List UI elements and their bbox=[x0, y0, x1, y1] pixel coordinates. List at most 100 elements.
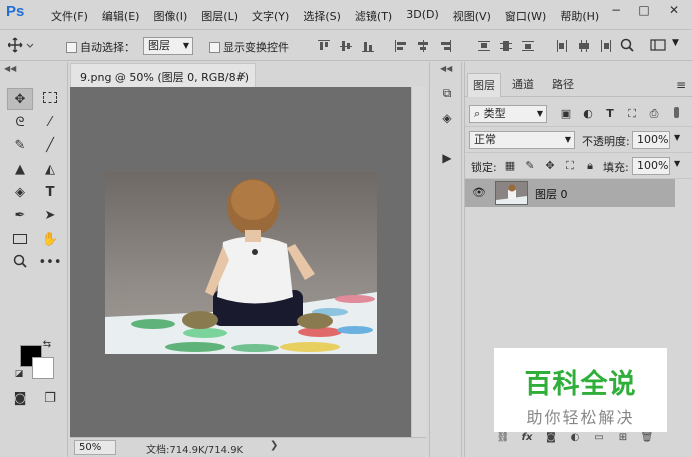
brush-icon[interactable]: ╱ bbox=[37, 135, 63, 157]
lasso-icon[interactable]: ᘓ bbox=[7, 112, 33, 134]
menu-select[interactable]: 选择(S) bbox=[296, 8, 348, 24]
canvas-scrollbar[interactable] bbox=[411, 87, 426, 437]
fill-input[interactable]: 100% bbox=[632, 157, 670, 175]
zoom-icon[interactable] bbox=[7, 252, 33, 274]
menu-view[interactable]: 视图(V) bbox=[446, 8, 498, 24]
workspace-icon[interactable] bbox=[650, 38, 666, 55]
distribute-vcenter-icon[interactable] bbox=[500, 40, 512, 52]
layer-filter-dropdown[interactable]: ⌕ 类型 ▼ bbox=[469, 105, 547, 123]
eraser-icon[interactable]: ◭ bbox=[37, 159, 63, 181]
minimize-button[interactable]: − bbox=[602, 0, 630, 20]
menu-help[interactable]: 帮助(H) bbox=[553, 8, 606, 24]
layer-row[interactable]: 👁︎ 图层 0 bbox=[465, 179, 675, 207]
tab-layers[interactable]: 图层 bbox=[467, 73, 501, 97]
filter-toggle[interactable] bbox=[671, 107, 681, 121]
lock-all-icon[interactable]: 🔒︎ bbox=[583, 159, 597, 173]
new-group-icon[interactable]: ▭ bbox=[591, 432, 607, 452]
distribute-hcenter-icon[interactable] bbox=[578, 40, 590, 52]
filter-adjustment-icon[interactable]: ◐ bbox=[581, 107, 595, 121]
filter-shape-icon[interactable]: ⛶ bbox=[625, 107, 639, 121]
distribute-right-icon[interactable] bbox=[600, 40, 612, 52]
rectangle-icon[interactable] bbox=[7, 229, 33, 251]
hand-icon[interactable]: ✋ bbox=[37, 229, 63, 251]
default-colors-icon[interactable]: ◪ bbox=[12, 367, 26, 381]
new-layer-icon[interactable]: ⊞ bbox=[615, 432, 631, 452]
status-bar: 50% 文档:714.9K/714.9K ❯ bbox=[70, 437, 426, 457]
align-hcenter-icon[interactable] bbox=[417, 40, 429, 52]
magic-wand-icon[interactable]: ⁄ bbox=[37, 112, 63, 134]
auto-select-dropdown[interactable]: 图层 ▼ bbox=[143, 37, 193, 55]
adjustment-layer-icon[interactable]: ◐ bbox=[567, 432, 583, 452]
history-icon[interactable]: ⧉ bbox=[436, 82, 458, 104]
lock-position-icon[interactable]: ✥ bbox=[543, 159, 557, 173]
tools-panel: ◀◀ ✥ ᘓ ⁄ ✎ ╱ ▲ ◭ ◈ T ✒ ➤ ✋ ••• ⇆ ◪ ◙ ❐ bbox=[0, 62, 68, 457]
align-vcenter-icon[interactable] bbox=[340, 40, 352, 52]
show-transform-checkbox[interactable]: 显示变换控件 bbox=[209, 39, 289, 55]
status-menu-arrow-icon[interactable]: ❯ bbox=[270, 440, 278, 451]
lock-pixels-icon[interactable]: ✎ bbox=[523, 159, 537, 173]
menu-image[interactable]: 图像(I) bbox=[146, 8, 194, 24]
align-right-icon[interactable] bbox=[439, 40, 451, 52]
move-icon[interactable]: ✥ bbox=[7, 88, 33, 110]
canvas-area[interactable] bbox=[70, 87, 411, 437]
layer-name[interactable]: 图层 0 bbox=[535, 186, 568, 202]
menu-layer[interactable]: 图层(L) bbox=[194, 8, 245, 24]
distribute-bottom-icon[interactable] bbox=[522, 40, 534, 52]
menu-file[interactable]: 文件(F) bbox=[44, 8, 95, 24]
stamp-icon[interactable]: ▲ bbox=[7, 159, 33, 181]
menu-type[interactable]: 文字(Y) bbox=[245, 8, 296, 24]
chevron-down-icon[interactable]: ▼ bbox=[674, 159, 680, 168]
document-tab[interactable]: 9.png @ 50% (图层 0, RGB/8#) × bbox=[70, 63, 256, 87]
quick-mask-icon[interactable]: ◙ bbox=[7, 388, 33, 410]
menu-window[interactable]: 窗口(W) bbox=[498, 8, 553, 24]
filter-pixel-icon[interactable]: ▣ bbox=[559, 107, 573, 121]
menu-filter[interactable]: 滤镜(T) bbox=[348, 8, 399, 24]
link-layers-icon[interactable]: ⛓ bbox=[495, 432, 511, 452]
panel-menu-icon[interactable]: ≡ bbox=[673, 73, 689, 97]
swap-colors-icon[interactable]: ⇆ bbox=[40, 338, 54, 352]
menu-edit[interactable]: 编辑(E) bbox=[95, 8, 147, 24]
align-top-icon[interactable] bbox=[318, 40, 330, 52]
watermark-subtitle: 助你轻松解决 bbox=[526, 408, 635, 427]
background-color-swatch[interactable] bbox=[32, 357, 54, 379]
chevron-down-icon[interactable]: ▼ bbox=[672, 38, 679, 48]
filter-type-icon[interactable]: T bbox=[603, 107, 617, 121]
maximize-button[interactable]: □ bbox=[630, 0, 658, 20]
zoom-field[interactable]: 50% bbox=[74, 440, 116, 455]
filter-smart-object-icon[interactable]: ⎙ bbox=[647, 107, 661, 121]
marquee-icon[interactable] bbox=[37, 88, 63, 110]
move-tool-preset-icon[interactable] bbox=[7, 37, 34, 56]
fx-icon[interactable]: fx bbox=[519, 432, 535, 452]
auto-select-checkbox[interactable]: 自动选择： bbox=[66, 39, 135, 55]
play-icon[interactable]: ▶ bbox=[436, 147, 458, 169]
tab-channels[interactable]: 通道 bbox=[505, 73, 541, 97]
blend-mode-dropdown[interactable]: 正常 ▼ bbox=[469, 131, 575, 149]
screen-mode-icon[interactable]: ❐ bbox=[37, 388, 63, 410]
distribute-top-icon[interactable] bbox=[478, 40, 490, 52]
add-mask-icon[interactable]: ◙ bbox=[543, 432, 559, 452]
search-icon[interactable] bbox=[620, 38, 634, 55]
more-icon[interactable]: ••• bbox=[37, 252, 63, 274]
align-bottom-icon[interactable] bbox=[362, 40, 374, 52]
eyedropper-icon[interactable]: ✎ bbox=[7, 135, 33, 157]
collapse-icon[interactable]: ◀◀ bbox=[4, 64, 16, 73]
lock-transparent-icon[interactable]: ▦ bbox=[503, 159, 517, 173]
3d-icon[interactable]: ◈ bbox=[436, 107, 458, 129]
select-arrow-icon[interactable]: ➤ bbox=[37, 205, 63, 227]
tab-paths[interactable]: 路径 bbox=[545, 73, 581, 97]
align-left-icon[interactable] bbox=[395, 40, 407, 52]
visibility-eye-icon[interactable]: 👁︎ bbox=[472, 186, 486, 199]
bucket-icon[interactable]: ◈ bbox=[7, 182, 33, 204]
chevron-down-icon[interactable]: ▼ bbox=[674, 133, 680, 142]
close-tab-icon[interactable]: × bbox=[238, 68, 247, 81]
pen-icon[interactable]: ✒ bbox=[7, 205, 33, 227]
type-icon[interactable]: T bbox=[37, 182, 63, 204]
lock-artboard-icon[interactable]: ⛶ bbox=[563, 159, 577, 173]
opacity-input[interactable]: 100% bbox=[632, 131, 670, 149]
close-button[interactable]: ✕ bbox=[660, 0, 688, 20]
distribute-left-icon[interactable] bbox=[556, 40, 568, 52]
delete-layer-icon[interactable]: 🗑︎ bbox=[639, 432, 655, 452]
expand-icon[interactable]: ◀◀ bbox=[440, 64, 452, 73]
checkbox-icon bbox=[66, 42, 77, 53]
menu-3d[interactable]: 3D(D) bbox=[399, 8, 446, 24]
